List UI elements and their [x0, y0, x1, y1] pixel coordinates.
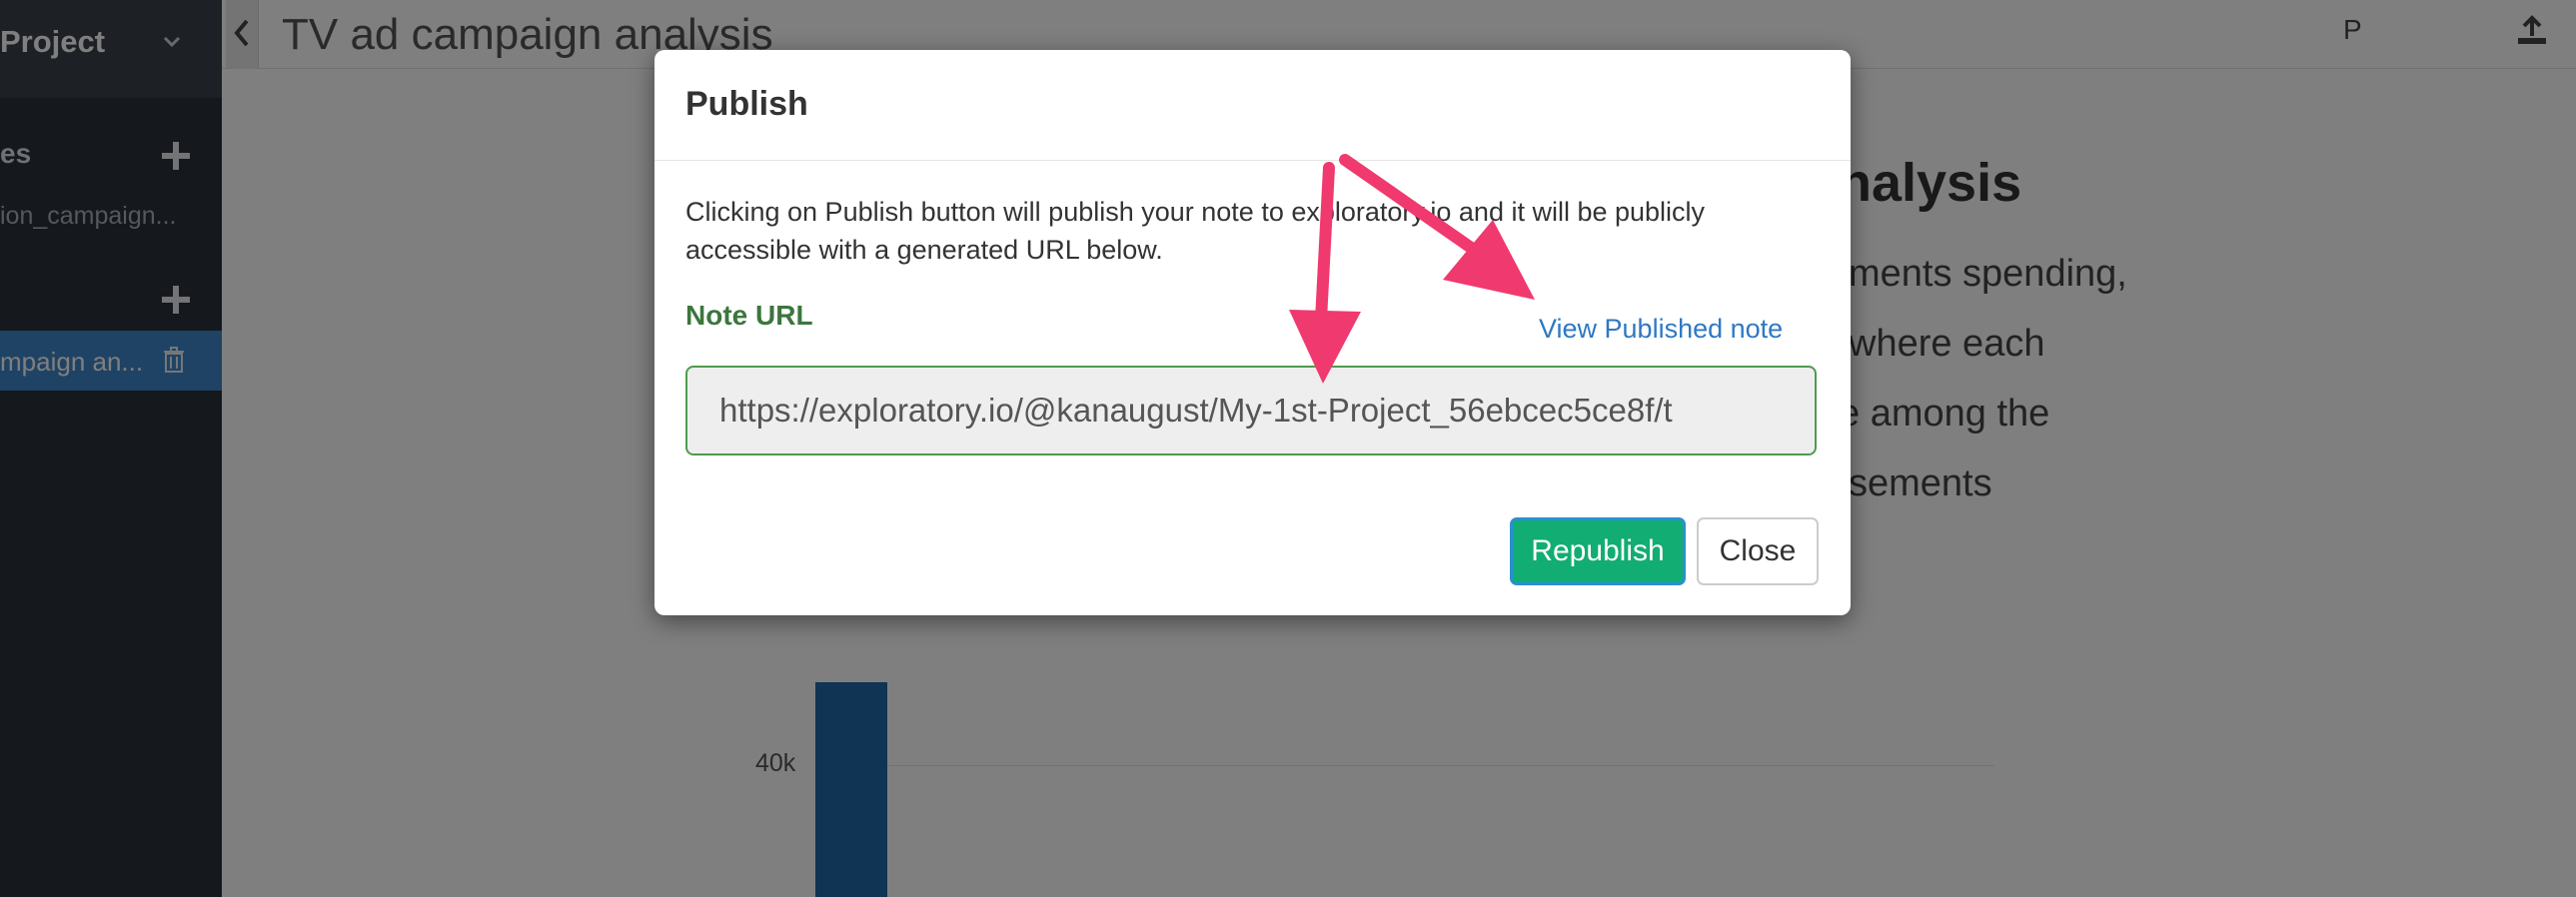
note-url-label: Note URL: [685, 300, 813, 331]
publish-dialog: Publish Clicking on Publish button will …: [654, 50, 1851, 615]
dialog-description: Clicking on Publish button will publish …: [685, 197, 1706, 265]
view-published-note-link[interactable]: View Published note: [1539, 314, 1783, 345]
note-url-field[interactable]: https://exploratory.io/@kanaugust/My-1st…: [685, 366, 1817, 455]
dialog-title: Publish: [685, 85, 808, 123]
republish-button[interactable]: Republish: [1510, 517, 1686, 585]
close-button[interactable]: Close: [1697, 517, 1819, 585]
dialog-header: Publish: [654, 50, 1851, 161]
